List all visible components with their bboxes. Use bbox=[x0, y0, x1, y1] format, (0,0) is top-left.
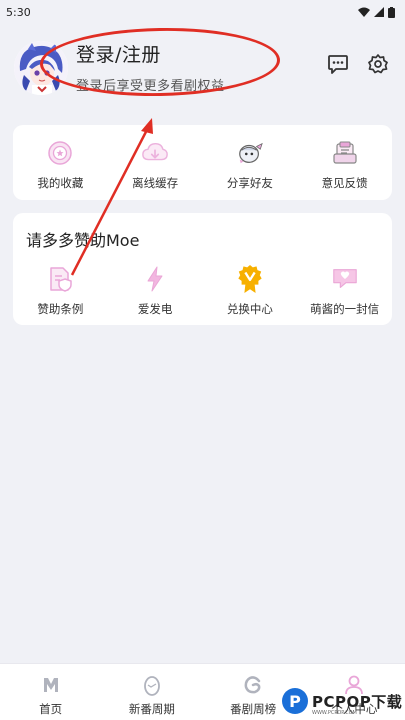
annotation-arrow bbox=[70, 118, 153, 276]
badge-icon bbox=[236, 265, 264, 293]
egg-icon bbox=[141, 674, 163, 696]
share-icon bbox=[236, 139, 264, 167]
login-title[interactable]: 登录/注册 bbox=[76, 40, 225, 67]
letter-icon bbox=[331, 265, 359, 293]
signal-icon bbox=[374, 7, 384, 17]
status-time: 5:30 bbox=[6, 5, 31, 19]
lightning-icon bbox=[141, 265, 169, 293]
nav-new-anime-label: 新番周期 bbox=[128, 702, 175, 716]
login-subtitle: 登录后享受更多看剧权益 bbox=[76, 79, 225, 94]
favorites-button[interactable]: 我的收藏 bbox=[15, 139, 105, 191]
watermark-logo-icon: P bbox=[282, 688, 308, 714]
battery-icon bbox=[388, 6, 395, 18]
status-bar: 5:30 bbox=[0, 0, 405, 24]
sponsor-card: 请多多赞助Moe 赞助条例 爱发电 兑换中心 萌酱的一封信 bbox=[13, 213, 392, 325]
nav-ranking-label: 番剧周榜 bbox=[230, 702, 277, 716]
offline-cache-label: 离线缓存 bbox=[132, 176, 179, 190]
status-icons bbox=[358, 6, 395, 18]
sponsor-grid: 赞助条例 爱发电 兑换中心 萌酱的一封信 bbox=[13, 265, 392, 317]
user-info[interactable]: 登录/注册 登录后享受更多看剧权益 bbox=[76, 40, 225, 94]
share-friends-label: 分享好友 bbox=[226, 176, 273, 190]
home-icon bbox=[40, 674, 62, 696]
watermark: P PCPOP下载 WWW.PCPOP.COM bbox=[282, 684, 404, 718]
ranking-icon bbox=[242, 674, 264, 696]
user-header: 登录/注册 登录后享受更多看剧权益 bbox=[14, 36, 394, 96]
message-icon bbox=[328, 55, 348, 74]
watermark-text: PCPOP下载 bbox=[312, 692, 403, 711]
quick-actions-card: 我的收藏 离线缓存 分享好友 意见反馈 bbox=[13, 125, 392, 200]
afdian-button[interactable]: 爱发电 bbox=[110, 265, 200, 317]
nav-new-anime[interactable]: 新番周期 bbox=[102, 674, 202, 717]
watermark-sub: WWW.PCPOP.COM bbox=[312, 710, 357, 716]
share-friends-button[interactable]: 分享好友 bbox=[205, 139, 295, 191]
sponsor-terms-label: 赞助条例 bbox=[37, 302, 84, 316]
message-button[interactable] bbox=[324, 50, 352, 78]
document-shield-icon bbox=[46, 265, 74, 293]
favorites-label: 我的收藏 bbox=[37, 176, 84, 190]
quick-actions-grid: 我的收藏 离线缓存 分享好友 意见反馈 bbox=[13, 139, 392, 191]
feedback-button[interactable]: 意见反馈 bbox=[300, 139, 390, 191]
feedback-icon bbox=[331, 139, 359, 167]
gear-icon bbox=[368, 54, 388, 74]
sponsor-title: 请多多赞助Moe bbox=[26, 231, 140, 250]
cloud-download-icon bbox=[141, 139, 169, 167]
moe-letter-button[interactable]: 萌酱的一封信 bbox=[300, 265, 390, 317]
redeem-center-button[interactable]: 兑换中心 bbox=[205, 265, 295, 317]
wifi-icon bbox=[358, 7, 370, 17]
avatar[interactable] bbox=[14, 41, 68, 95]
afdian-label: 爱发电 bbox=[137, 302, 173, 316]
redeem-center-label: 兑换中心 bbox=[226, 302, 273, 316]
offline-cache-button[interactable]: 离线缓存 bbox=[110, 139, 200, 191]
sponsor-terms-button[interactable]: 赞助条例 bbox=[15, 265, 105, 317]
settings-button[interactable] bbox=[364, 50, 392, 78]
favorites-icon bbox=[46, 139, 74, 167]
feedback-label: 意见反馈 bbox=[321, 176, 368, 190]
moe-letter-label: 萌酱的一封信 bbox=[310, 302, 380, 316]
nav-home-label: 首页 bbox=[39, 702, 63, 716]
nav-home[interactable]: 首页 bbox=[1, 674, 101, 717]
